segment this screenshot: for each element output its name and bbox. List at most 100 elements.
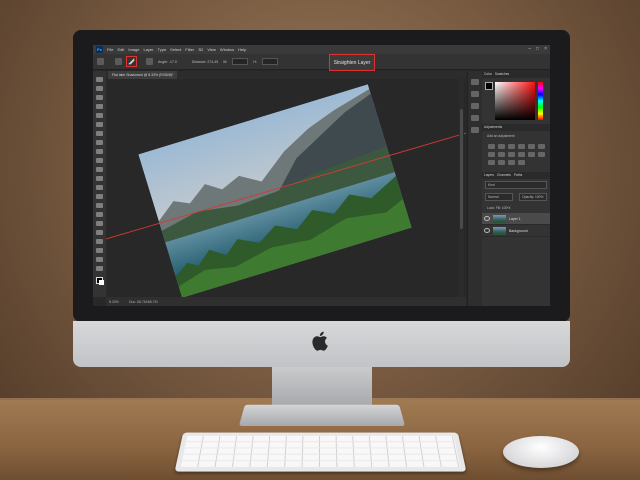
channel-mixer-icon[interactable] <box>518 152 525 157</box>
shape-tool-icon[interactable] <box>96 239 103 244</box>
hue-sat-icon[interactable] <box>538 144 545 149</box>
lookup-icon[interactable] <box>528 152 535 157</box>
ruler-measure-line <box>106 79 466 297</box>
tab-color[interactable]: Color <box>484 71 492 78</box>
menu-file[interactable]: File <box>107 47 113 52</box>
opacity-field[interactable]: Opacity: 100% <box>519 193 547 201</box>
hand-tool-icon[interactable] <box>96 248 103 253</box>
menu-type[interactable]: Type <box>158 47 167 52</box>
quick-select-tool-icon[interactable] <box>96 104 103 109</box>
apple-logo-icon <box>311 330 331 352</box>
ps-logo-icon: Ps <box>96 46 103 53</box>
tab-adjustments[interactable]: Adjustments <box>484 124 502 131</box>
tab-channels[interactable]: Channels <box>497 172 511 179</box>
history-panel-icon[interactable] <box>471 79 479 85</box>
doc-size-info: Doc: 68.7M/68.7M <box>129 300 158 304</box>
color-field[interactable] <box>495 82 535 120</box>
hue-slider[interactable] <box>538 82 543 120</box>
tab-layers[interactable]: Layers <box>484 172 494 179</box>
w-field[interactable] <box>232 58 248 65</box>
stamp-tool-icon[interactable] <box>96 158 103 163</box>
keyboard-keys <box>181 436 461 468</box>
exposure-icon[interactable] <box>518 144 525 149</box>
menu-3d[interactable]: 3D <box>198 47 203 52</box>
menu-help[interactable]: Help <box>238 47 246 52</box>
lasso-tool-icon[interactable] <box>96 95 103 100</box>
status-bar: 8.33% Doc: 68.7M/68.7M <box>106 297 466 306</box>
zoom-tool-icon[interactable] <box>96 257 103 262</box>
healing-tool-icon[interactable] <box>96 140 103 145</box>
lock-fill-row[interactable]: Lock: Fill: 100% <box>485 205 547 211</box>
threshold-icon[interactable] <box>498 160 505 165</box>
ruler-preset-icon[interactable] <box>146 58 153 65</box>
gradient-map-icon[interactable] <box>508 160 515 165</box>
layer-kind-filter[interactable]: Kind <box>485 181 547 189</box>
menu-view[interactable]: View <box>207 47 216 52</box>
eraser-tool-icon[interactable] <box>96 176 103 181</box>
imac-stand <box>272 367 372 405</box>
color-balance-icon[interactable] <box>488 152 495 157</box>
eyedropper-tool-icon[interactable] <box>96 131 103 136</box>
brush-tool-icon[interactable] <box>96 149 103 154</box>
blend-mode-select[interactable]: Normal <box>485 193 513 201</box>
invert-icon[interactable] <box>538 152 545 157</box>
crop-tool-icon[interactable] <box>96 113 103 118</box>
more-tools-icon[interactable] <box>96 266 103 271</box>
move-tool-icon[interactable] <box>96 77 103 82</box>
brightness-icon[interactable] <box>488 144 495 149</box>
menu-bar: Ps File Edit Image Layer Type Select Fil… <box>93 45 550 54</box>
character-panel-icon[interactable] <box>471 115 479 121</box>
eye-icon[interactable] <box>484 216 490 221</box>
menu-layer[interactable]: Layer <box>143 47 153 52</box>
home-icon[interactable] <box>97 58 104 65</box>
zoom-level[interactable]: 8.33% <box>109 300 119 304</box>
path-select-tool-icon[interactable] <box>96 230 103 235</box>
type-tool-icon[interactable] <box>96 221 103 226</box>
brush-icon[interactable] <box>115 58 122 65</box>
eye-icon[interactable] <box>484 228 490 233</box>
options-bar: Angle: -17.0 Distance: 274.45 W: H: <box>93 54 550 70</box>
bw-icon[interactable] <box>498 152 505 157</box>
menu-image[interactable]: Image <box>128 47 139 52</box>
canvas-vertical-scrollbar[interactable] <box>459 79 464 297</box>
window-controls: – □ × <box>528 46 547 52</box>
selective-color-icon[interactable] <box>518 160 525 165</box>
tab-swatches[interactable]: Swatches <box>495 71 509 78</box>
vibrance-icon[interactable] <box>528 144 535 149</box>
tab-paths[interactable]: Paths <box>514 172 522 179</box>
history-brush-tool-icon[interactable] <box>96 167 103 172</box>
menu-filter[interactable]: Filter <box>185 47 194 52</box>
frame-tool-icon[interactable] <box>96 122 103 127</box>
ruler-tool-icon[interactable] <box>126 56 137 67</box>
properties-panel-icon[interactable] <box>471 91 479 97</box>
background-color-swatch[interactable] <box>99 280 104 285</box>
photoshop-window: Ps File Edit Image Layer Type Select Fil… <box>93 45 550 306</box>
straighten-layer-button[interactable]: Straighten Layer <box>329 54 375 71</box>
panel-fg-swatch[interactable] <box>485 82 493 90</box>
layer-row[interactable]: Background <box>482 225 550 237</box>
minimize-button[interactable]: – <box>528 46 531 52</box>
levels-icon[interactable] <box>498 144 505 149</box>
angle-readout: Angle: -17.0 <box>158 60 177 64</box>
curves-icon[interactable] <box>508 144 515 149</box>
h-field[interactable] <box>262 58 278 65</box>
magic-mouse <box>503 436 579 468</box>
paragraph-panel-icon[interactable] <box>471 103 479 109</box>
photo-filter-icon[interactable] <box>508 152 515 157</box>
marquee-tool-icon[interactable] <box>96 86 103 91</box>
close-button[interactable]: × <box>544 46 547 52</box>
posterize-icon[interactable] <box>488 160 495 165</box>
pen-tool-icon[interactable] <box>96 212 103 217</box>
menu-select[interactable]: Select <box>170 47 181 52</box>
gradient-tool-icon[interactable] <box>96 185 103 190</box>
menu-edit[interactable]: Edit <box>117 47 124 52</box>
blur-tool-icon[interactable] <box>96 194 103 199</box>
maximize-button[interactable]: □ <box>536 46 539 52</box>
canvas-area[interactable] <box>106 79 466 297</box>
brush-settings-icon[interactable] <box>471 127 479 133</box>
layer-row[interactable]: Layer 1 <box>482 213 550 225</box>
document-tab[interactable]: Flat lake Shadowed @ 8.33% (RGB/8)* <box>108 71 177 79</box>
dodge-tool-icon[interactable] <box>96 203 103 208</box>
menu-window[interactable]: Window <box>220 47 234 52</box>
keyboard <box>175 433 467 472</box>
